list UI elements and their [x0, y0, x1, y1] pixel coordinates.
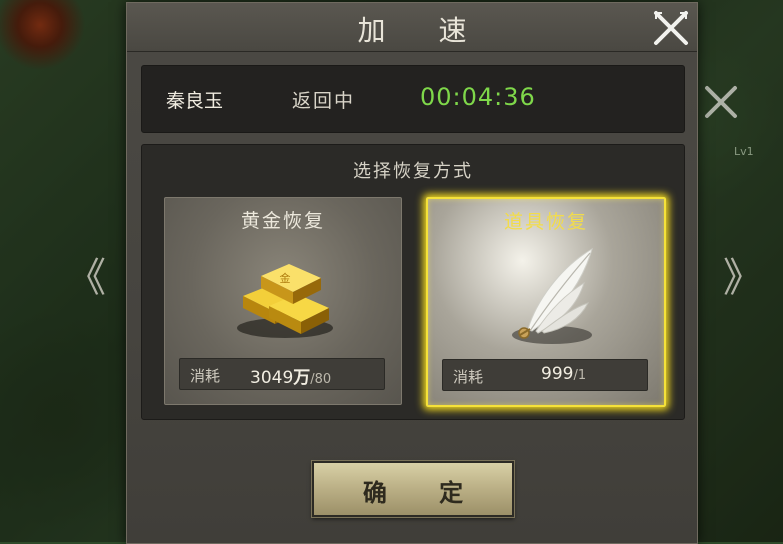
option-title: 道具恢复: [503, 211, 588, 233]
gold-recovery-option[interactable]: 黄金恢复 金 消耗 3049万/80: [164, 197, 402, 405]
cost-amount: 3049: [250, 368, 294, 388]
prev-arrow[interactable]: 《: [66, 245, 106, 303]
cost-bar: 消耗 999/1: [442, 359, 648, 391]
countdown-timer: 00:04:36: [420, 83, 536, 111]
method-title: 选择恢复方式: [353, 161, 473, 182]
dialog-titlebar: 加 速: [127, 3, 697, 52]
background-close-icon[interactable]: [701, 82, 741, 122]
item-recovery-option[interactable]: 道具恢复 消耗 999/1: [426, 197, 666, 407]
speedup-dialog: 加 速 秦良玉 返回中 00:04:36 选择恢复方式 黄金恢复 金 消耗 30…: [126, 2, 698, 544]
hero-name: 秦良玉: [166, 90, 224, 112]
dialog-title: 加 速: [357, 14, 489, 47]
feather-icon: [512, 247, 593, 344]
cost-bar: 消耗 3049万/80: [179, 358, 385, 390]
cost-limit: /80: [310, 372, 332, 387]
close-x-icon[interactable]: [652, 9, 690, 47]
level-badge: Lv1: [734, 145, 754, 158]
recovery-method-panel: 选择恢复方式 黄金恢复 金 消耗 3049万/80 道具恢复 消耗 999/1: [141, 144, 685, 420]
confirm-label: 确 定: [362, 478, 486, 507]
next-arrow[interactable]: 》: [723, 245, 763, 303]
option-title: 黄金恢复: [240, 210, 325, 232]
march-info-panel: 秦良玉 返回中 00:04:36: [141, 65, 685, 133]
cost-label: 消耗: [190, 367, 221, 385]
gold-cost-value: 3049万/80: [250, 363, 331, 388]
cost-amount: 999: [541, 364, 574, 384]
item-cost-value: 999/1: [541, 364, 586, 384]
march-status: 返回中: [292, 90, 356, 112]
cost-limit: /1: [573, 368, 587, 383]
cost-unit: 万: [293, 368, 311, 388]
confirm-button[interactable]: 确 定: [312, 461, 514, 517]
cost-label: 消耗: [453, 368, 484, 386]
gold-bars-icon: 金: [237, 264, 333, 338]
svg-text:金: 金: [280, 271, 291, 285]
